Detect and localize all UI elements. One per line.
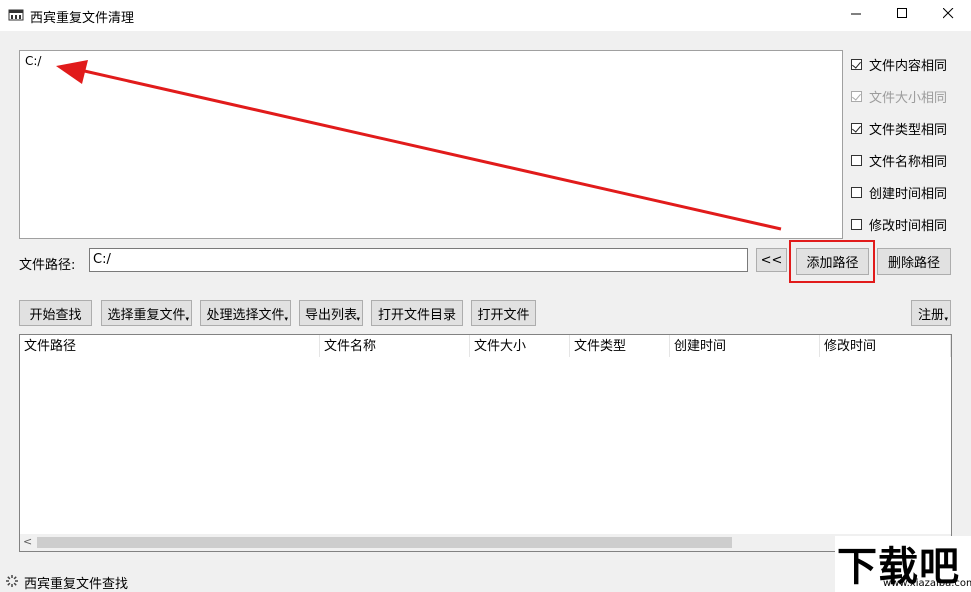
register-button[interactable]: 注册 ▾ [911,300,951,326]
scrollbar-thumb[interactable] [37,537,732,548]
dropdown-arrow-icon: ▾ [944,315,948,323]
watermark-url: www.xiazaiba.com [883,578,971,589]
spinner-icon [5,574,19,592]
process-selected-button[interactable]: 处理选择文件 ▾ [200,300,291,326]
column-header-size[interactable]: 文件大小 [470,335,570,357]
button-label: 选择重复文件 [107,307,186,323]
column-header-name[interactable]: 文件名称 [320,335,470,357]
column-header-type[interactable]: 文件类型 [570,335,670,357]
status-bar: 西宾重复文件查找 [0,570,971,592]
open-file-button[interactable]: 打开文件 [471,300,536,326]
column-header-modified[interactable]: 修改时间 [820,335,951,357]
dropdown-arrow-icon: ▾ [284,315,288,323]
results-table[interactable]: 文件路径 文件名称 文件大小 文件类型 创建时间 修改时间 < [19,334,952,552]
scroll-left-icon[interactable]: < [23,535,32,548]
table-header: 文件路径 文件名称 文件大小 文件类型 创建时间 修改时间 [20,335,951,357]
button-label: 注册 [917,307,944,323]
watermark-logo: 下载吧 www.xiazaiba.com [835,536,971,592]
dropdown-arrow-icon: ▾ [356,315,360,323]
button-label: 导出列表 [304,307,357,323]
status-text: 西宾重复文件查找 [24,577,129,592]
export-list-button[interactable]: 导出列表 ▾ [299,300,363,326]
open-directory-button[interactable]: 打开文件目录 [371,300,463,326]
column-header-path[interactable]: 文件路径 [20,335,320,357]
select-duplicates-button[interactable]: 选择重复文件 ▾ [101,300,192,326]
horizontal-scrollbar[interactable]: < [20,534,951,551]
column-header-created[interactable]: 创建时间 [670,335,820,357]
button-label: 处理选择文件 [206,307,285,323]
dropdown-arrow-icon: ▾ [185,315,189,323]
start-search-button[interactable]: 开始查找 [19,300,92,326]
